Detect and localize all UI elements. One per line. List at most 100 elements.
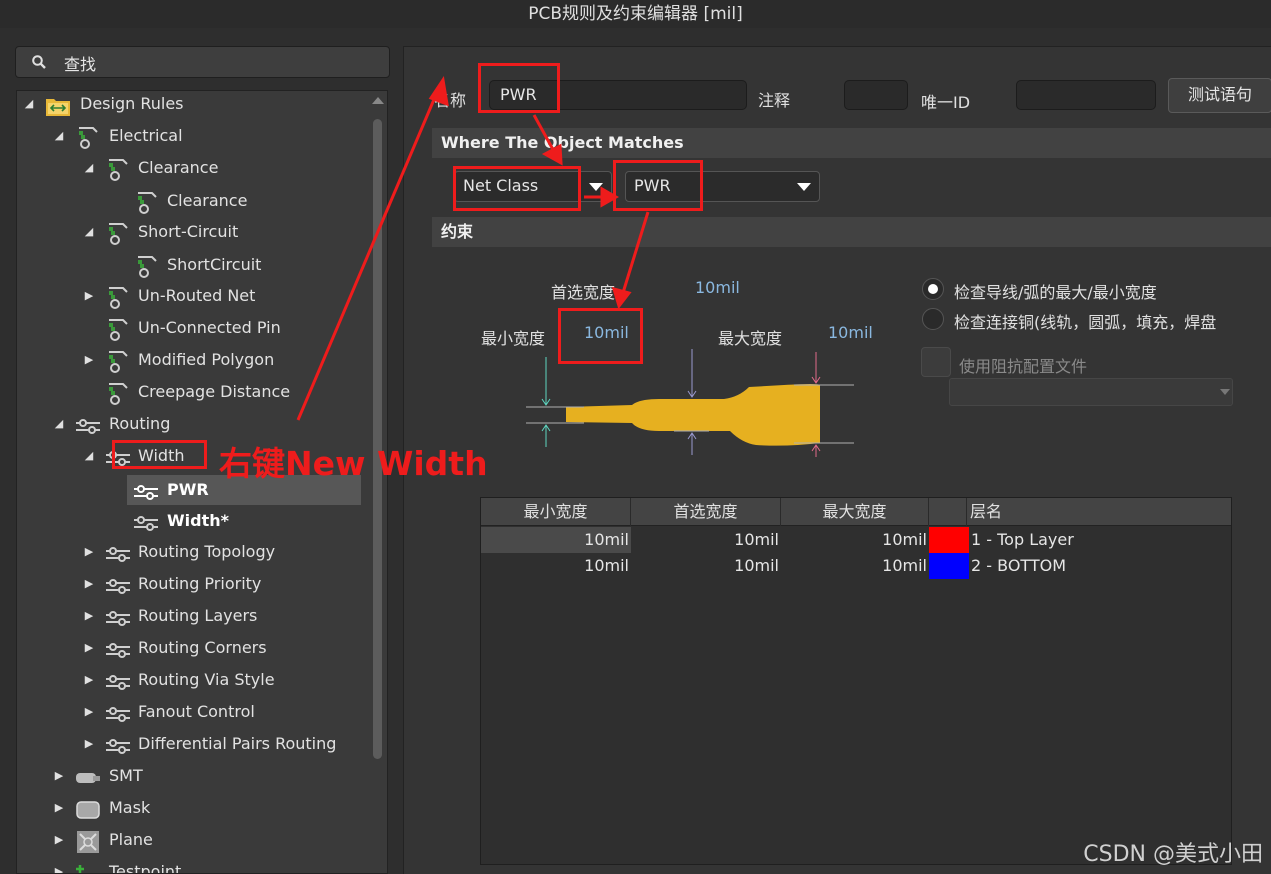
- tree-item-routing-topology[interactable]: ▶ Routing Topology: [17, 537, 369, 567]
- tree-item-label: Routing: [109, 414, 171, 433]
- tree-item-label: Routing Layers: [138, 606, 258, 625]
- routing-rule-icon: [106, 739, 130, 754]
- tree-item-label: Fanout Control: [138, 702, 255, 721]
- tree-item-clearance[interactable]: ◢ Clearance: [17, 153, 369, 183]
- cell-preferred[interactable]: 10mil: [631, 553, 779, 579]
- tree-item-label: Routing Topology: [138, 542, 276, 561]
- column-header-preferred[interactable]: 首选宽度: [631, 498, 781, 526]
- tree-item-mask[interactable]: ▶ Mask: [17, 793, 369, 823]
- expand-arrow-icon[interactable]: ▶: [83, 537, 95, 567]
- expand-arrow-icon[interactable]: ◢: [83, 153, 95, 183]
- cell-layer: 1 - Top Layer: [971, 530, 1074, 549]
- table-header: 最小宽度 首选宽度 最大宽度 层名: [481, 498, 1231, 526]
- expand-arrow-icon[interactable]: ▶: [83, 633, 95, 663]
- routing-rule-icon: [106, 643, 130, 658]
- tree-item-label: Design Rules: [80, 94, 184, 113]
- column-header-layer[interactable]: 层名: [967, 498, 1231, 526]
- expand-arrow-icon[interactable]: ▶: [53, 793, 65, 823]
- max-width-label: 最大宽度: [718, 329, 783, 348]
- layer-color-swatch: [929, 527, 969, 553]
- search-input[interactable]: 查找: [15, 46, 390, 78]
- tree-item-label: Clearance: [167, 191, 248, 210]
- expand-arrow-icon[interactable]: ▶: [83, 281, 95, 311]
- where-section-header: Where The Object Matches: [432, 128, 1271, 158]
- cell-preferred[interactable]: 10mil: [631, 527, 779, 553]
- electrical-rule-icon: [138, 192, 157, 214]
- tree-item-label: Un-Routed Net: [138, 286, 256, 305]
- tree-item-electrical[interactable]: ◢ Electrical: [17, 121, 369, 151]
- unique-id-label: 唯一ID: [921, 93, 971, 112]
- scroll-up-icon[interactable]: [372, 97, 384, 104]
- check-tracks-label: 检查导线/弧的最大/最小宽度: [954, 283, 1157, 302]
- unique-id-input[interactable]: [1016, 80, 1156, 110]
- search-label: 查找: [64, 55, 97, 74]
- tree-item-width-rule[interactable]: Width*: [17, 506, 369, 536]
- smt-rule-icon: [76, 773, 100, 783]
- preferred-width-value[interactable]: 10mil: [695, 278, 740, 297]
- electrical-rule-icon: [109, 383, 128, 405]
- expand-arrow-icon[interactable]: ▶: [83, 665, 95, 695]
- expand-arrow-icon[interactable]: ▶: [83, 345, 95, 375]
- expand-arrow-icon[interactable]: ▶: [83, 729, 95, 759]
- tree-item-routing-layers[interactable]: ▶ Routing Layers: [17, 601, 369, 631]
- tree-item-label: Width*: [167, 511, 229, 530]
- expand-arrow-icon[interactable]: ◢: [53, 121, 65, 151]
- tree-item-fanout-control[interactable]: ▶ Fanout Control: [17, 697, 369, 727]
- tree-item-routing-priority[interactable]: ▶ Routing Priority: [17, 569, 369, 599]
- table-row[interactable]: 10mil 10mil 10mil 1 - Top Layer: [481, 527, 1231, 553]
- expand-arrow-icon[interactable]: ◢: [83, 217, 95, 247]
- testpoint-rule-icon: [76, 865, 84, 873]
- expand-arrow-icon[interactable]: ▶: [83, 569, 95, 599]
- comment-input[interactable]: [844, 80, 908, 110]
- tree-item-plane[interactable]: ▶ Plane: [17, 825, 369, 855]
- tree-item-shortcircuit-rule[interactable]: ShortCircuit: [17, 250, 369, 280]
- expand-arrow-icon[interactable]: ◢: [53, 409, 65, 439]
- expand-arrow-icon[interactable]: ▶: [53, 825, 65, 855]
- annotation-box-width-node: [112, 440, 207, 469]
- tree-item-clearance-rule[interactable]: Clearance: [17, 186, 369, 216]
- expand-arrow-icon[interactable]: ▶: [83, 697, 95, 727]
- impedance-profile-select[interactable]: [949, 378, 1233, 406]
- tree-item-short-circuit[interactable]: ◢ Short-Circuit: [17, 217, 369, 247]
- routing-rule-icon: [134, 485, 158, 500]
- tree-item-label: Testpoint: [109, 862, 182, 874]
- cell-min[interactable]: 10mil: [481, 527, 629, 553]
- chevron-down-icon: [797, 183, 811, 191]
- tree-item-label: Short-Circuit: [138, 222, 239, 241]
- expand-arrow-icon[interactable]: ◢: [83, 441, 95, 471]
- tree-item-design-rules[interactable]: ◢ Design Rules: [17, 91, 369, 119]
- column-header-max[interactable]: 最大宽度: [781, 498, 929, 526]
- test-query-button[interactable]: 测试语句: [1168, 78, 1271, 113]
- electrical-rule-icon: [109, 319, 128, 341]
- impedance-profile-checkbox[interactable]: [921, 347, 951, 377]
- table-row[interactable]: 10mil 10mil 10mil 2 - BOTTOM: [481, 553, 1231, 579]
- tree-item-routing[interactable]: ◢ Routing: [17, 409, 369, 439]
- tree-item-un-routed-net[interactable]: ▶ Un-Routed Net: [17, 281, 369, 311]
- tree-item-creepage-distance[interactable]: Creepage Distance: [17, 377, 369, 407]
- check-tracks-radio[interactable]: [922, 278, 944, 300]
- cell-max[interactable]: 10mil: [781, 527, 927, 553]
- tree-item-differential-pairs-routing[interactable]: ▶ Differential Pairs Routing: [17, 729, 369, 759]
- annotation-box-pwr-class: [613, 160, 703, 211]
- annotation-box-name: [478, 63, 560, 113]
- expand-arrow-icon[interactable]: ▶: [83, 601, 95, 631]
- column-header-color[interactable]: [929, 498, 967, 526]
- max-width-value[interactable]: 10mil: [828, 323, 873, 342]
- cell-max[interactable]: 10mil: [781, 553, 927, 579]
- tree-item-routing-corners[interactable]: ▶ Routing Corners: [17, 633, 369, 663]
- tree-item-testpoint[interactable]: ▶ Testpoint: [17, 857, 369, 874]
- expand-arrow-icon[interactable]: ◢: [23, 91, 35, 119]
- check-copper-radio[interactable]: [922, 308, 944, 330]
- chevron-down-icon: [589, 183, 603, 191]
- cell-min[interactable]: 10mil: [481, 553, 629, 579]
- tree-item-routing-via-style[interactable]: ▶ Routing Via Style: [17, 665, 369, 695]
- tree-item-smt[interactable]: ▶ SMT: [17, 761, 369, 791]
- column-header-min[interactable]: 最小宽度: [481, 498, 631, 526]
- annotation-box-net-class: [453, 166, 581, 211]
- tree-item-un-connected-pin[interactable]: Un-Connected Pin: [17, 313, 369, 343]
- expand-arrow-icon[interactable]: ▶: [53, 857, 65, 873]
- routing-rule-icon: [106, 547, 130, 562]
- mask-rule-icon: [76, 801, 100, 819]
- tree-item-modified-polygon[interactable]: ▶ Modified Polygon: [17, 345, 369, 375]
- expand-arrow-icon[interactable]: ▶: [53, 761, 65, 791]
